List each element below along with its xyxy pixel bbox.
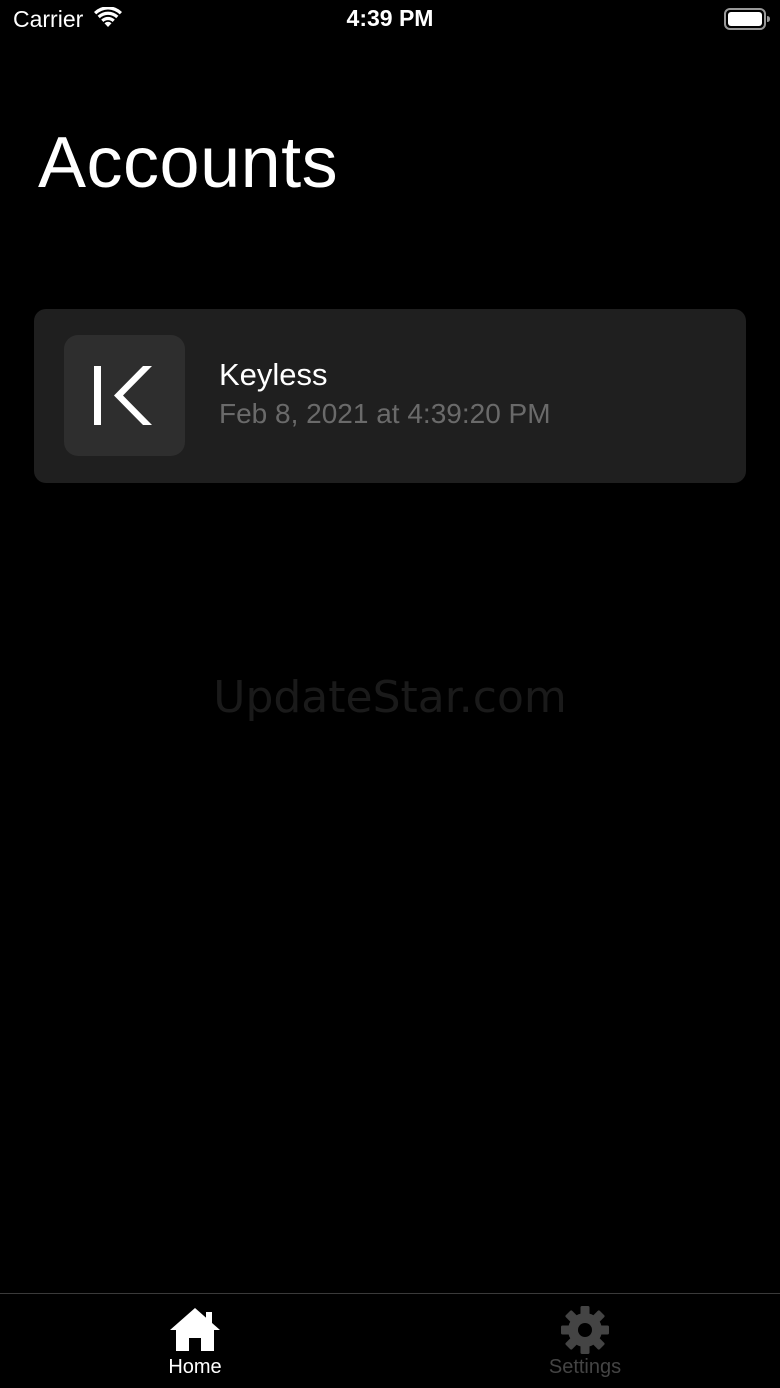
page-title: Accounts [38,123,339,203]
account-name: Keyless [219,357,328,392]
tab-bar: Home Settings [0,1293,780,1388]
account-date: Feb 8, 2021 at 4:39:20 PM [219,398,551,429]
watermark: UpdateStar.com [213,672,567,723]
account-card[interactable]: Keyless Feb 8, 2021 at 4:39:20 PM [34,309,746,483]
gear-icon [561,1306,609,1354]
tab-home[interactable]: Home [0,1294,390,1388]
tab-home-label: Home [168,1356,222,1378]
battery-icon [724,8,770,30]
tab-settings[interactable]: Settings [390,1294,780,1388]
status-bar: Carrier 4:39 PM [0,0,780,40]
keyless-logo-icon [64,335,185,456]
status-time: 4:39 PM [346,5,434,31]
tab-settings-label: Settings [548,1356,622,1378]
home-icon [170,1308,220,1351]
